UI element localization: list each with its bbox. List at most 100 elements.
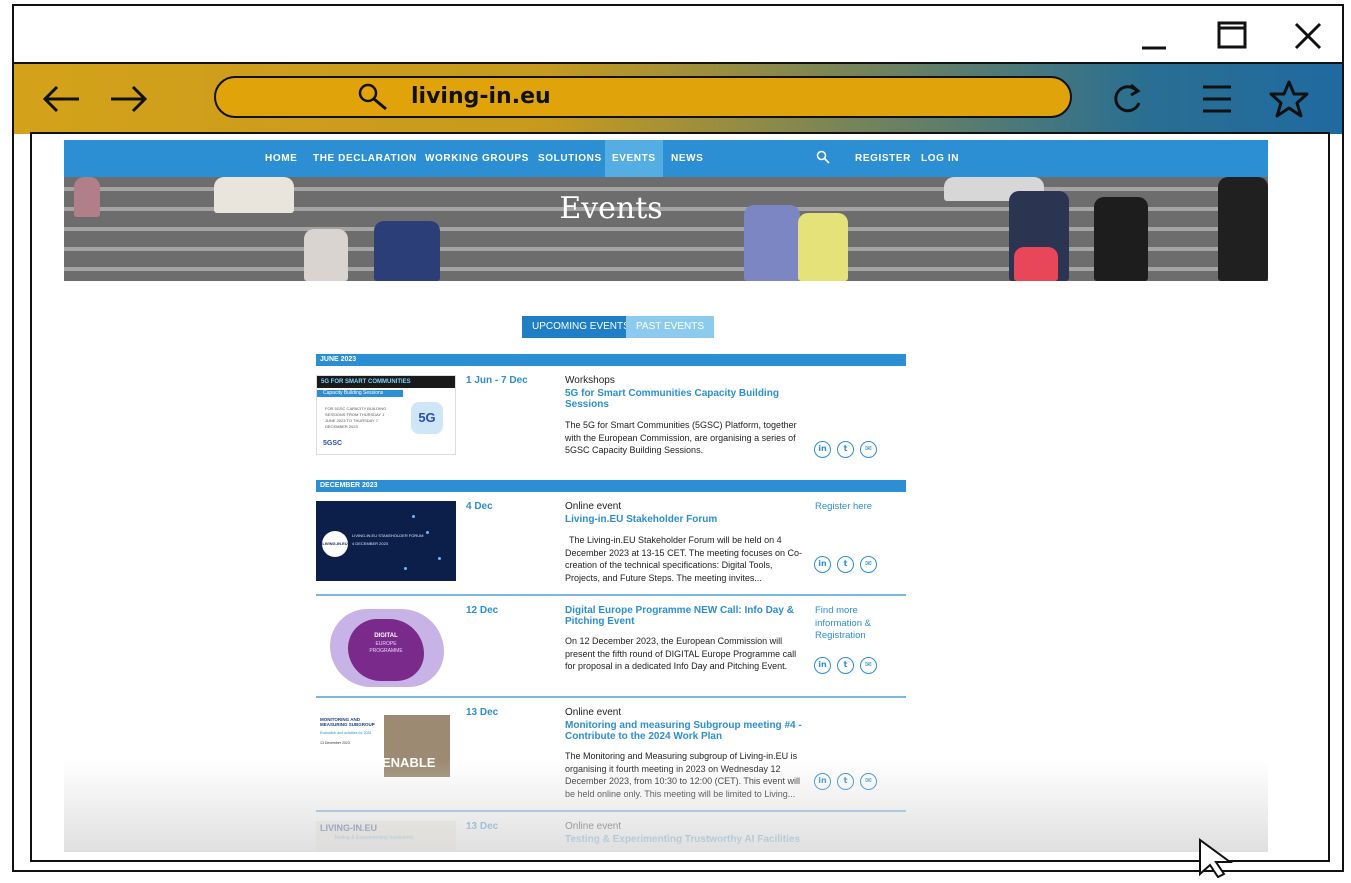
thumb-subheader: Capacity Building Sessions bbox=[317, 390, 403, 397]
mouse-cursor-icon bbox=[1198, 838, 1238, 883]
back-arrow-icon[interactable] bbox=[38, 76, 84, 122]
tab-upcoming-events[interactable]: UPCOMING EVENTS bbox=[522, 316, 640, 338]
nav-log-in[interactable]: LOG IN bbox=[914, 140, 966, 177]
nav-home[interactable]: HOME bbox=[258, 140, 304, 177]
share-buttons: in t ✉ bbox=[814, 553, 883, 573]
event-date: 1 Jun - 7 Dec bbox=[466, 375, 528, 386]
registration-link[interactable]: Find more information & Registration bbox=[815, 605, 885, 643]
event-thumbnail[interactable]: LIVING-IN.EU Testing & Experimenting tru… bbox=[316, 821, 456, 852]
event-description: The Monitoring and Measuring subgroup of… bbox=[565, 751, 800, 799]
event-date: 13 Dec bbox=[466, 707, 499, 718]
nav-working-groups[interactable]: WORKING GROUPS bbox=[418, 140, 536, 177]
browser-window: living-in.eu HOME THE DECLARATION WORKIN… bbox=[12, 4, 1344, 872]
twitter-icon[interactable]: t bbox=[837, 773, 854, 790]
twitter-icon[interactable]: t bbox=[837, 441, 854, 458]
month-header: DECEMBER 2023 bbox=[316, 480, 906, 492]
main-nav: HOME THE DECLARATION WORKING GROUPS SOLU… bbox=[64, 140, 1268, 177]
title-bar bbox=[14, 6, 1342, 64]
tab-past-events[interactable]: PAST EVENTS bbox=[626, 316, 714, 338]
twitter-icon[interactable]: t bbox=[837, 556, 854, 573]
linkedin-icon[interactable]: in bbox=[814, 441, 831, 458]
email-icon[interactable]: ✉ bbox=[860, 441, 877, 458]
hero-person bbox=[1218, 177, 1268, 281]
linkedin-icon[interactable]: in bbox=[814, 773, 831, 790]
email-icon[interactable]: ✉ bbox=[860, 657, 877, 674]
hero-banner: Events bbox=[64, 177, 1268, 281]
month-header: JUNE 2023 bbox=[316, 354, 906, 366]
forward-arrow-icon[interactable] bbox=[106, 76, 152, 122]
linkedin-icon[interactable]: in bbox=[814, 556, 831, 573]
thumb-logo: LIVING-IN.EU bbox=[322, 531, 348, 557]
address-bar[interactable]: living-in.eu bbox=[214, 76, 1072, 118]
nav-news[interactable]: NEWS bbox=[664, 140, 710, 177]
event-thumbnail[interactable]: DIGITAL EUROPE PROGRAMME bbox=[316, 605, 456, 689]
search-icon[interactable] bbox=[809, 140, 837, 176]
thumb-text: 4 DECEMBER 2023 bbox=[352, 541, 389, 546]
thumb-subheader: Evaluation and activities for 2024 bbox=[320, 731, 372, 735]
email-icon[interactable]: ✉ bbox=[860, 773, 877, 790]
thumb-text: PROGRAMME bbox=[369, 648, 403, 654]
nav-events[interactable]: EVENTS bbox=[605, 140, 663, 177]
minimize-icon[interactable] bbox=[1134, 16, 1174, 56]
thumb-text: EUROPE bbox=[375, 641, 397, 647]
event-type: Online event bbox=[565, 707, 622, 718]
event-thumbnail[interactable]: 5G FOR SMART COMMUNITIES Capacity Buildi… bbox=[316, 375, 456, 455]
thumb-dot bbox=[412, 515, 415, 518]
event-date: 12 Dec bbox=[466, 605, 499, 616]
living-in-eu-page: HOME THE DECLARATION WORKING GROUPS SOLU… bbox=[64, 140, 1268, 852]
thumb-brand: 5GSC bbox=[323, 440, 343, 447]
share-buttons: in t ✉ bbox=[814, 770, 883, 790]
hero-step bbox=[64, 227, 1268, 231]
nav-solutions[interactable]: SOLUTIONS bbox=[531, 140, 609, 177]
event-title[interactable]: Digital Europe Programme NEW Call: Info … bbox=[565, 605, 805, 627]
hero-step bbox=[64, 267, 1268, 271]
event-description: On 12 December 2023, the European Commis… bbox=[565, 636, 797, 671]
thumb-header: MONITORING AND MEASURING SUBGROUP bbox=[320, 717, 375, 727]
event-type: Online event bbox=[565, 821, 622, 832]
hero-person bbox=[1014, 247, 1058, 281]
event-title[interactable]: Monitoring and measuring Subgroup meetin… bbox=[565, 720, 805, 742]
event-title[interactable]: 5G for Smart Communities Capacity Buildi… bbox=[565, 388, 805, 410]
star-icon[interactable] bbox=[1266, 76, 1312, 122]
thumb-dot bbox=[404, 567, 407, 570]
thumb-brand: ENABLE bbox=[382, 755, 436, 770]
nav-the-declaration[interactable]: THE DECLARATION bbox=[306, 140, 424, 177]
register-link[interactable]: Register here bbox=[815, 501, 885, 514]
hero-step bbox=[64, 247, 1268, 251]
thumb-text: DIGITAL bbox=[374, 633, 398, 639]
linkedin-icon[interactable]: in bbox=[814, 657, 831, 674]
event-divider bbox=[316, 810, 906, 812]
event-title[interactable]: Living-in.EU Stakeholder Forum bbox=[565, 514, 805, 525]
thumb-text: 13 December 2023 bbox=[320, 741, 350, 745]
email-icon[interactable]: ✉ bbox=[860, 556, 877, 573]
twitter-icon[interactable]: t bbox=[837, 657, 854, 674]
maximize-icon[interactable] bbox=[1212, 16, 1252, 56]
share-buttons: in t ✉ bbox=[814, 654, 883, 674]
thumb-logo: LIVING-IN.EU bbox=[320, 823, 378, 833]
thumb-text: LIVING-IN.EU STAKEHOLDER FORUM bbox=[352, 533, 424, 538]
search-icon bbox=[356, 82, 390, 117]
event-title[interactable]: Testing & Experimenting Trustworthy AI F… bbox=[565, 834, 805, 845]
event-thumbnail[interactable]: LIVING-IN.EU LIVING-IN.EU STAKEHOLDER FO… bbox=[316, 501, 456, 581]
event-type: Workshops bbox=[565, 375, 615, 386]
thumb-subheader: Testing & Experimenting trustworthy bbox=[334, 835, 414, 841]
event-divider bbox=[316, 696, 906, 698]
event-date: 13 Dec bbox=[466, 821, 499, 832]
thumb-header: 5G FOR SMART COMMUNITIES bbox=[317, 376, 455, 388]
event-description: The 5G for Smart Communities (5GSC) Plat… bbox=[565, 420, 797, 455]
hamburger-menu-icon[interactable] bbox=[1194, 76, 1240, 122]
event-divider bbox=[316, 594, 906, 596]
event-thumbnail[interactable]: MONITORING AND MEASURING SUBGROUP Evalua… bbox=[316, 707, 456, 791]
page-title: Events bbox=[559, 191, 663, 226]
url-text[interactable]: living-in.eu bbox=[411, 84, 551, 109]
event-description: The Living-in.EU Stakeholder Forum will … bbox=[565, 535, 802, 583]
reload-icon[interactable] bbox=[1104, 76, 1150, 122]
share-buttons: in t ✉ bbox=[814, 438, 883, 458]
close-icon[interactable] bbox=[1288, 16, 1328, 56]
event-type: Online event bbox=[565, 501, 622, 512]
nav-register[interactable]: REGISTER bbox=[848, 140, 918, 177]
thumb-dot bbox=[438, 557, 441, 560]
hero-person bbox=[374, 221, 440, 281]
event-date: 4 Dec bbox=[466, 501, 493, 512]
page-viewport: HOME THE DECLARATION WORKING GROUPS SOLU… bbox=[30, 132, 1330, 862]
